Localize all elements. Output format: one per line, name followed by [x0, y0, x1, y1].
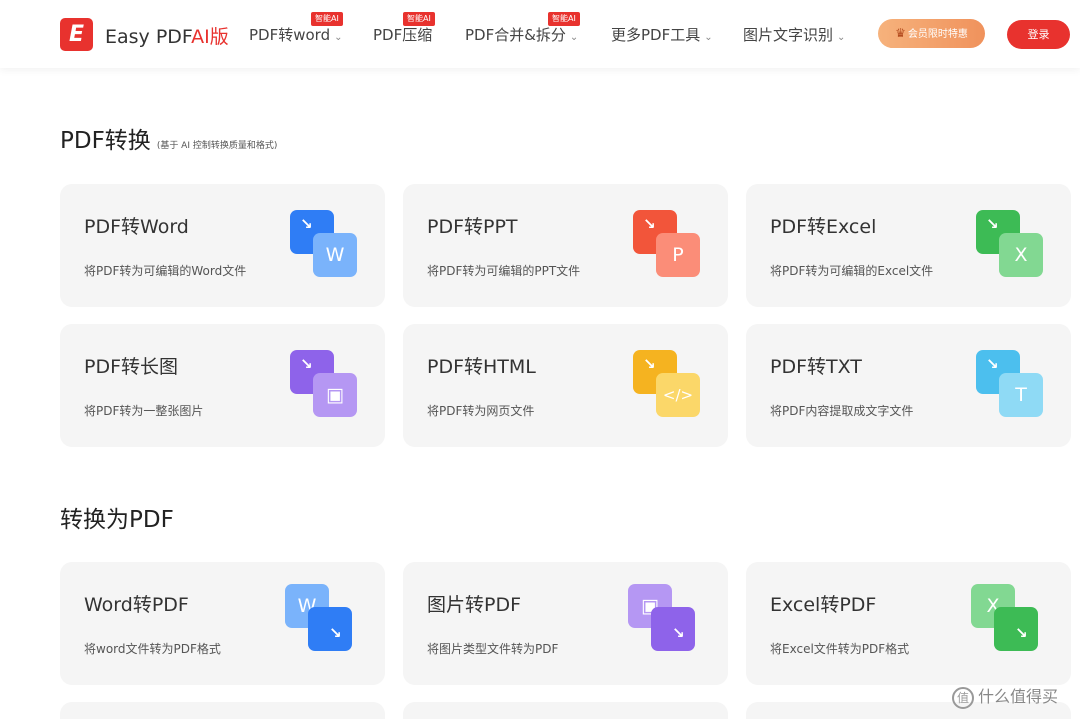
login-button[interactable]: 登录 [1007, 20, 1070, 49]
pdf-to-html-icon: ↘ </> [633, 350, 701, 418]
arrow-down-right-icon: ↘ [643, 355, 656, 373]
brand-name[interactable]: Easy PDFAI版 [105, 22, 229, 49]
card-title: PDF转TXT [770, 356, 862, 378]
nav-label: PDF合并&拆分 [465, 26, 566, 44]
nav-label: 更多PDF工具 [611, 26, 701, 44]
pdf-to-txt-icon: ↘ T [976, 350, 1044, 418]
word-to-pdf-icon: W ↘ [285, 584, 353, 652]
ai-badge: 智能AI [403, 12, 435, 26]
logo-icon[interactable]: E [60, 18, 93, 51]
card-title: PDF转Word [84, 216, 189, 238]
arrow-down-right-icon: ↘ [643, 215, 656, 233]
tool-card-pdf-to-excel[interactable]: PDF转Excel 将PDF转为可编辑的Excel文件 ↘ X [746, 184, 1071, 307]
arrow-down-right-icon: ↘ [300, 215, 313, 233]
card-desc: 将PDF转为可编辑的PPT文件 [427, 264, 581, 278]
chevron-down-icon: ⌄ [704, 32, 713, 43]
icon-front: X [999, 233, 1043, 277]
nav-more-pdf-tools[interactable]: 更多PDF工具 ⌄ [611, 24, 713, 45]
tool-card-partial[interactable] [403, 702, 728, 719]
chevron-down-icon: ⌄ [334, 32, 343, 43]
smzdm-logo-icon: 值 [952, 686, 974, 709]
tool-card-excel-to-pdf[interactable]: Excel转PDF 将Excel文件转为PDF格式 X ↘ [746, 562, 1071, 685]
brand-ai-suffix: AI版 [191, 26, 229, 48]
card-desc: 将PDF转为可编辑的Excel文件 [770, 264, 934, 278]
pdf-to-ppt-icon: ↘ P [633, 210, 701, 278]
nav-label: PDF转word [249, 26, 331, 44]
arrow-down-right-icon: ↘ [300, 355, 313, 373]
watermark-text: 什么值得买 [978, 687, 1059, 706]
icon-front: P [656, 233, 700, 277]
nav-pdf-to-word[interactable]: PDF转word ⌄ [249, 24, 343, 45]
tool-card-word-to-pdf[interactable]: Word转PDF 将word文件转为PDF格式 W ↘ [60, 562, 385, 685]
vip-label: 会员限时特惠 [907, 29, 968, 40]
tool-card-pdf-to-word[interactable]: PDF转Word 将PDF转为可编辑的Word文件 ↘ W [60, 184, 385, 307]
card-desc: 将PDF转为可编辑的Word文件 [84, 264, 247, 278]
card-desc: 将图片类型文件转为PDF [427, 642, 559, 656]
tool-card-pdf-to-html[interactable]: PDF转HTML 将PDF转为网页文件 ↘ </> [403, 324, 728, 447]
chevron-down-icon: ⌄ [569, 32, 579, 43]
section-title-convert-to-pdf: 转换为PDF [60, 500, 174, 534]
card-desc: 将word文件转为PDF格式 [84, 642, 221, 656]
icon-front: T [999, 373, 1043, 417]
tool-card-pdf-to-txt[interactable]: PDF转TXT 将PDF内容提取成文字文件 ↘ T [746, 324, 1071, 447]
vip-offer-button[interactable]: ♛ 会员限时特惠 [878, 19, 985, 48]
excel-to-pdf-icon: X ↘ [971, 584, 1039, 652]
ai-badge: 智能AI [548, 12, 580, 26]
card-title: PDF转Excel [770, 216, 877, 238]
ai-badge: 智能AI [311, 12, 343, 26]
card-desc: 将PDF内容提取成文字文件 [770, 404, 914, 418]
section-subtitle: (基于 AI 控制转换质量和格式) [156, 141, 278, 151]
tool-card-pdf-to-image[interactable]: PDF转长图 将PDF转为一整张图片 ↘ ▣ [60, 324, 385, 447]
nav-image-ocr[interactable]: 图片文字识别 ⌄ [743, 24, 845, 45]
section-title-text: PDF转换 [60, 128, 151, 154]
tool-card-image-to-pdf[interactable]: 图片转PDF 将图片类型文件转为PDF ▣ ↘ [403, 562, 728, 685]
icon-front: W [313, 233, 357, 277]
crown-icon: ♛ [895, 26, 906, 40]
arrow-down-right-icon: ↘ [1015, 624, 1028, 642]
card-desc: 将Excel文件转为PDF格式 [770, 642, 910, 656]
card-desc: 将PDF转为网页文件 [427, 404, 535, 418]
top-nav-bar: E Easy PDFAI版 PDF转word ⌄ 智能AI PDF压缩 智能AI … [0, 0, 1080, 68]
card-title: PDF转HTML [427, 356, 536, 378]
pdf-to-excel-icon: ↘ X [976, 210, 1044, 278]
card-title: PDF转长图 [84, 356, 179, 378]
tool-card-pdf-to-ppt[interactable]: PDF转PPT 将PDF转为可编辑的PPT文件 ↘ P [403, 184, 728, 307]
arrow-down-right-icon: ↘ [672, 624, 685, 642]
pdf-to-word-icon: ↘ W [290, 210, 358, 278]
icon-front: ▣ [313, 373, 357, 417]
pdf-to-image-icon: ↘ ▣ [290, 350, 358, 418]
tool-card-partial[interactable] [60, 702, 385, 719]
arrow-down-right-icon: ↘ [329, 624, 342, 642]
arrow-down-right-icon: ↘ [986, 215, 999, 233]
image-to-pdf-icon: ▣ ↘ [628, 584, 696, 652]
arrow-down-right-icon: ↘ [986, 355, 999, 373]
card-title: Word转PDF [84, 594, 189, 616]
brand-prefix: Easy PDF [105, 26, 192, 48]
chevron-down-icon: ⌄ [837, 32, 846, 43]
card-title: Excel转PDF [770, 594, 877, 616]
nav-pdf-compress[interactable]: PDF压缩 [373, 24, 432, 45]
watermark: 值什么值得买 [952, 683, 1058, 709]
card-title: 图片转PDF [427, 594, 522, 616]
icon-front: </> [656, 373, 700, 417]
nav-pdf-merge-split[interactable]: PDF合并&拆分 ⌄ [465, 24, 578, 45]
card-title: PDF转PPT [427, 216, 518, 238]
nav-label: PDF压缩 [373, 26, 433, 44]
section-title-text: 转换为PDF [60, 507, 174, 533]
card-desc: 将PDF转为一整张图片 [84, 404, 204, 418]
nav-label: 图片文字识别 [743, 26, 834, 44]
section-title-pdf-convert: PDF转换 (基于 AI 控制转换质量和格式) [60, 121, 277, 155]
